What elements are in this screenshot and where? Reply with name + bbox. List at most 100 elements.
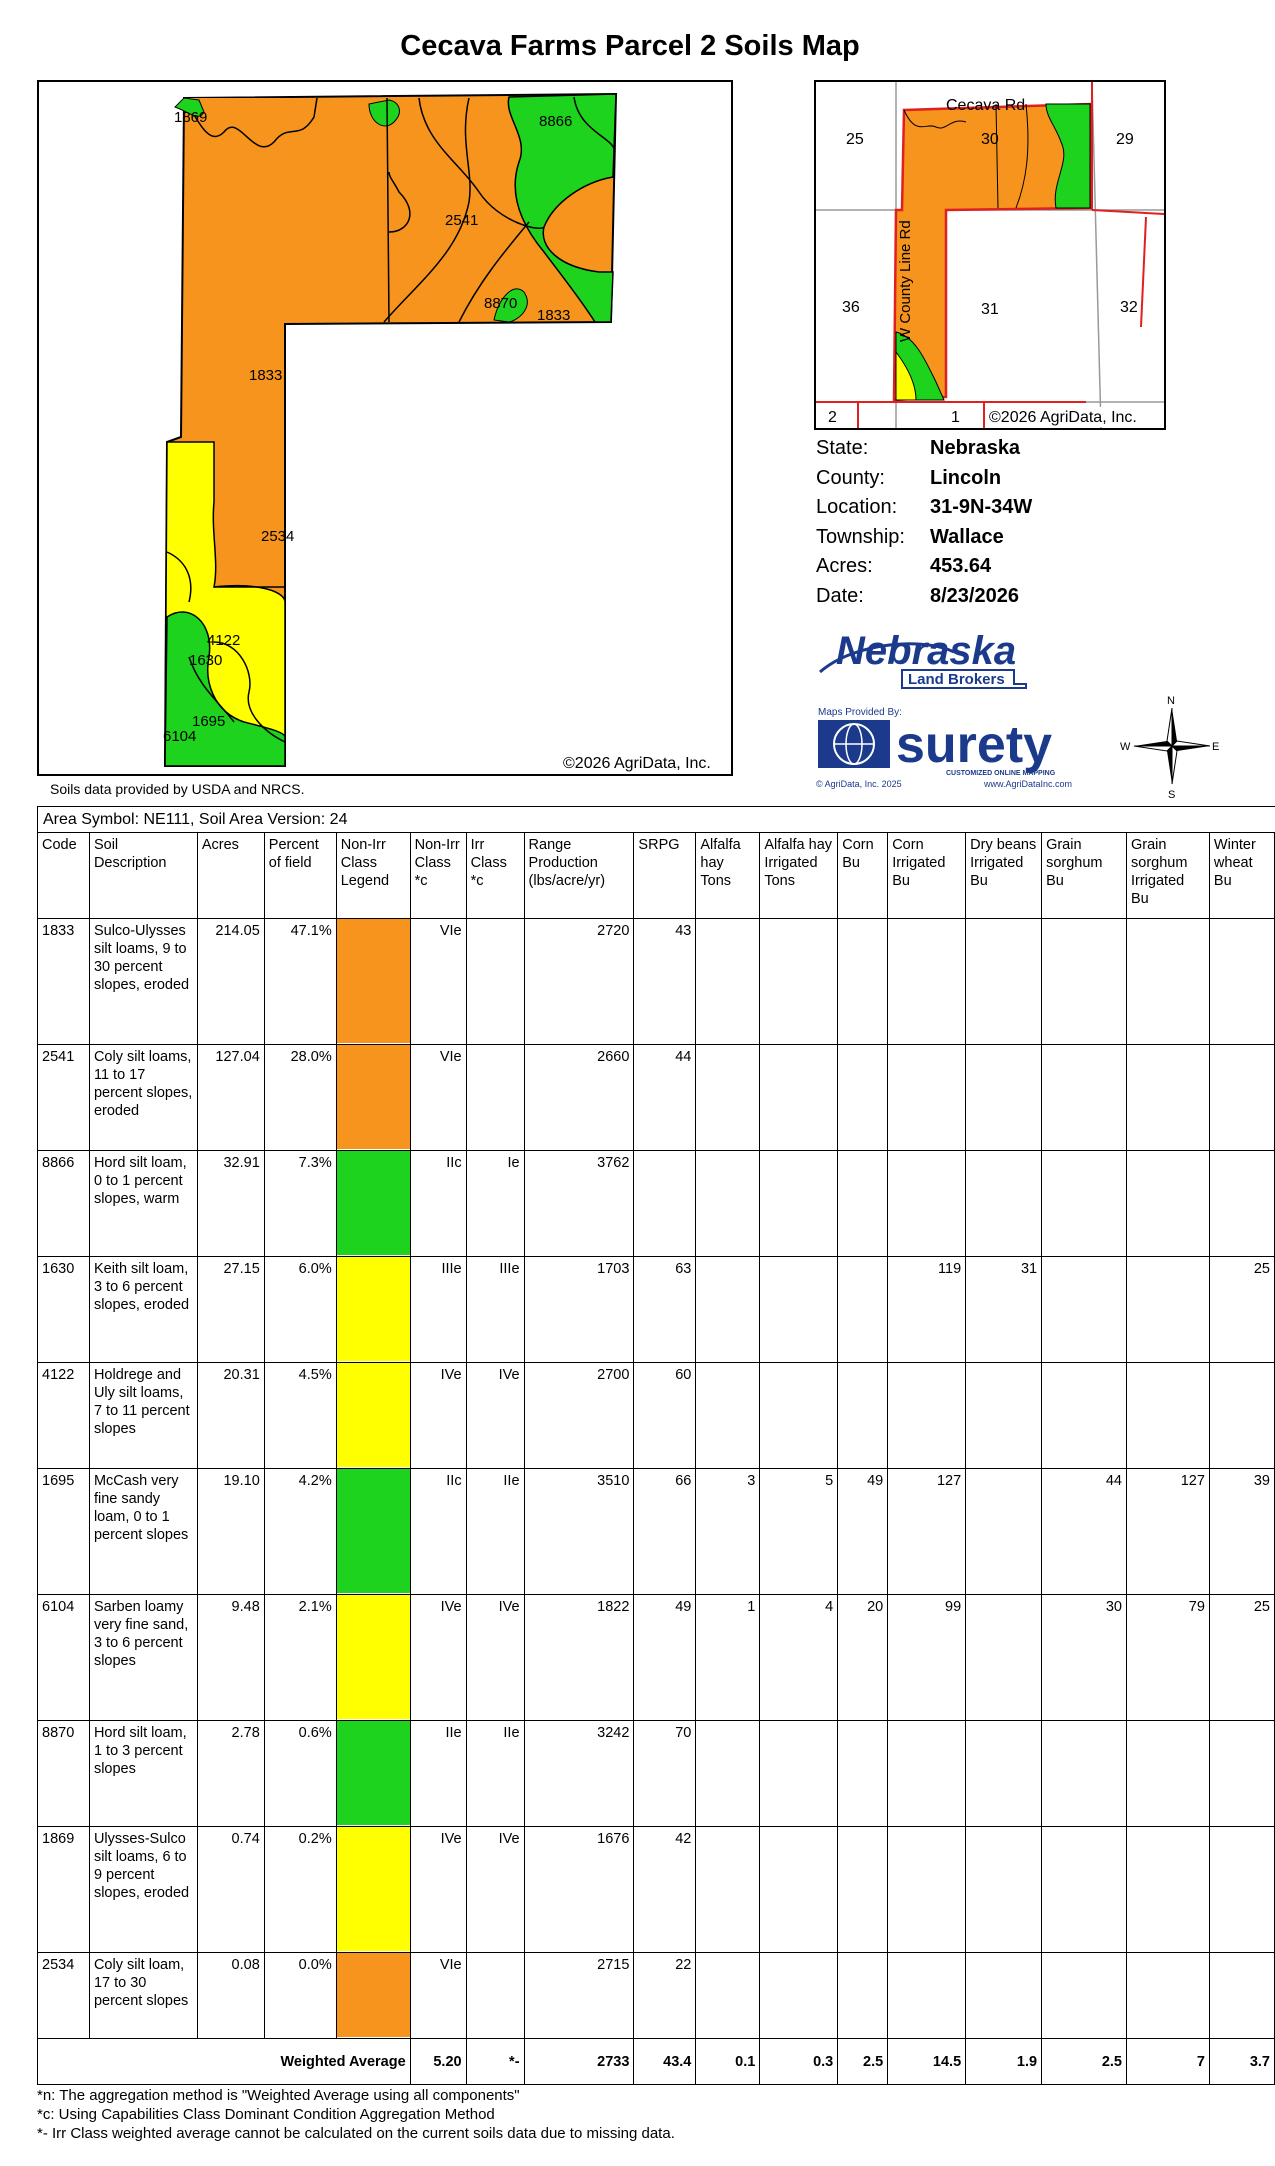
locator-map-canvas: Cecava Rd W County Line Rd 25 30 29 36 3… [816, 82, 1164, 428]
cell-gs [1041, 1362, 1127, 1469]
cell-corni: 119 [887, 1256, 967, 1363]
cell-desc: Hord silt loam, 1 to 3 percent slopes [88, 1720, 198, 1827]
cell-range: 1822 [523, 1594, 635, 1721]
weighted-gs: 2.5 [1041, 2038, 1127, 2085]
legend-swatch [335, 1044, 411, 1151]
cell-irr: IVe [465, 1826, 525, 1953]
cell-acres: 2.78 [196, 1720, 265, 1827]
cell-range: 2715 [523, 1952, 635, 2039]
map-label-1695: 1695 [192, 713, 225, 730]
svg-text:N: N [1167, 695, 1175, 707]
section-31: 31 [981, 301, 999, 318]
cell-nonirr: IIc [409, 1468, 467, 1595]
legend-swatch [335, 918, 411, 1045]
col-corn: Corn Bu [837, 832, 889, 919]
info-acres: Acres: 453.64 [816, 555, 992, 577]
table-row: 8866 Hord silt loam, 0 to 1 percent slope… [37, 1150, 1275, 1257]
cell-alf [695, 1720, 761, 1827]
cell-srpg: 63 [633, 1256, 697, 1363]
cell-code: 1833 [37, 918, 90, 1045]
cell-corni [887, 1362, 967, 1469]
svg-text:E: E [1212, 741, 1219, 753]
cell-gs [1041, 1256, 1127, 1363]
cell-alfi [759, 1720, 839, 1827]
footnote-c: *c: Using Capabilities Class Dominant Co… [37, 2106, 495, 2123]
soils-map[interactable]: 1869 8866 2541 8870 1833 1833 2534 4122 … [37, 80, 733, 776]
weighted-alfi: 0.3 [759, 2038, 839, 2085]
map-label-2541: 2541 [445, 212, 478, 229]
cell-corn [837, 1256, 889, 1363]
svg-text:Maps Provided By:: Maps Provided By: [818, 707, 902, 718]
cell-acres: 19.10 [196, 1468, 265, 1595]
col-dry-beans-irrigated: Dry beans Irrigated Bu [965, 832, 1043, 919]
table-row: 1833 Sulco-Ulysses silt loams, 9 to 30 pe… [37, 918, 1275, 1045]
cell-gsi [1126, 1150, 1210, 1257]
cell-corni [887, 1952, 967, 2039]
cell-gs [1041, 1952, 1127, 2039]
cell-gs: 30 [1041, 1594, 1127, 1721]
legend-swatch [335, 1594, 411, 1721]
cell-corn: 49 [837, 1468, 889, 1595]
parcel-info: State: Nebraska County: Lincoln Location: 3… [816, 434, 1032, 611]
legend-color-block [337, 919, 410, 1043]
weighted-nonirr: 5.20 [409, 2038, 467, 2085]
cell-desc: Hord silt loam, 0 to 1 percent slopes, w… [88, 1150, 198, 1257]
cell-srpg: 43 [633, 918, 697, 1045]
cell-dbi [965, 1594, 1043, 1721]
cell-range: 2660 [523, 1044, 635, 1151]
cell-irr: IIIe [465, 1256, 525, 1363]
cell-alf [695, 918, 761, 1045]
cell-desc: Coly silt loam, 17 to 30 percent slopes [88, 1952, 198, 2039]
cell-nonirr: IVe [409, 1594, 467, 1721]
cell-alfi [759, 918, 839, 1045]
legend-color-block [337, 1953, 410, 2037]
legend-color-block [337, 1721, 410, 1825]
legend-swatch [335, 1720, 411, 1827]
cell-dbi [965, 918, 1043, 1045]
soils-map-canvas: 1869 8866 2541 8870 1833 1833 2534 4122 … [163, 92, 711, 772]
col-acres: Acres [196, 832, 265, 919]
cell-alfi [759, 1256, 839, 1363]
cell-srpg: 70 [633, 1720, 697, 1827]
cell-desc: Coly silt loams, 11 to 17 percent slopes… [88, 1044, 198, 1151]
soils-table: Code Soil Description Acres Percent of f… [37, 832, 1275, 2085]
cell-alf [695, 1826, 761, 1953]
weighted-gsi: 7 [1126, 2038, 1210, 2085]
map-label-8866: 8866 [539, 113, 572, 130]
col-range-production: Range Production (lbs/acre/yr) [523, 832, 635, 919]
table-row: 1869 Ulysses-Sulco silt loams, 6 to 9 per… [37, 1826, 1275, 1953]
cell-code: 8866 [37, 1150, 90, 1257]
col-alfalfa-irrigated: Alfalfa hay Irrigated Tons [759, 832, 839, 919]
cell-corni [887, 1044, 967, 1151]
svg-text:Land Brokers: Land Brokers [908, 671, 1005, 688]
road-label-county-line: W County Line Rd [897, 220, 914, 342]
cell-gs [1041, 1720, 1127, 1827]
section-29: 29 [1116, 131, 1134, 148]
cell-alfi [759, 1044, 839, 1151]
map-label-1630: 1630 [189, 652, 222, 669]
cell-gsi [1126, 1362, 1210, 1469]
info-township: Township: Wallace [816, 525, 1004, 548]
svg-text:W: W [1120, 741, 1131, 753]
section-1: 1 [951, 409, 960, 426]
svg-text:© AgriData, Inc. 2025: © AgriData, Inc. 2025 [816, 779, 902, 789]
cell-acres: 0.08 [196, 1952, 265, 2039]
locator-map[interactable]: Cecava Rd W County Line Rd 25 30 29 36 3… [814, 80, 1166, 430]
map-label-4122: 4122 [207, 632, 240, 649]
col-percent: Percent of field [263, 832, 337, 919]
svg-text:www.AgriDataInc.com: www.AgriDataInc.com [983, 779, 1072, 789]
cell-pct: 47.1% [263, 918, 337, 1045]
info-date: Date: 8/23/2026 [816, 584, 1019, 607]
cell-ww: 39 [1208, 1468, 1275, 1595]
legend-color-block [337, 1595, 410, 1719]
cell-corn [837, 918, 889, 1045]
info-location: Location: 31-9N-34W [816, 496, 1033, 518]
cell-desc: Sarben loamy very fine sand, 3 to 6 perc… [88, 1594, 198, 1721]
cell-corn: 20 [837, 1594, 889, 1721]
cell-irr: IIe [465, 1720, 525, 1827]
weighted-ww: 3.7 [1208, 2038, 1275, 2085]
cell-ww [1208, 1044, 1275, 1151]
cell-acres: 27.15 [196, 1256, 265, 1363]
cell-ww: 25 [1208, 1594, 1275, 1721]
cell-alf [695, 1256, 761, 1363]
